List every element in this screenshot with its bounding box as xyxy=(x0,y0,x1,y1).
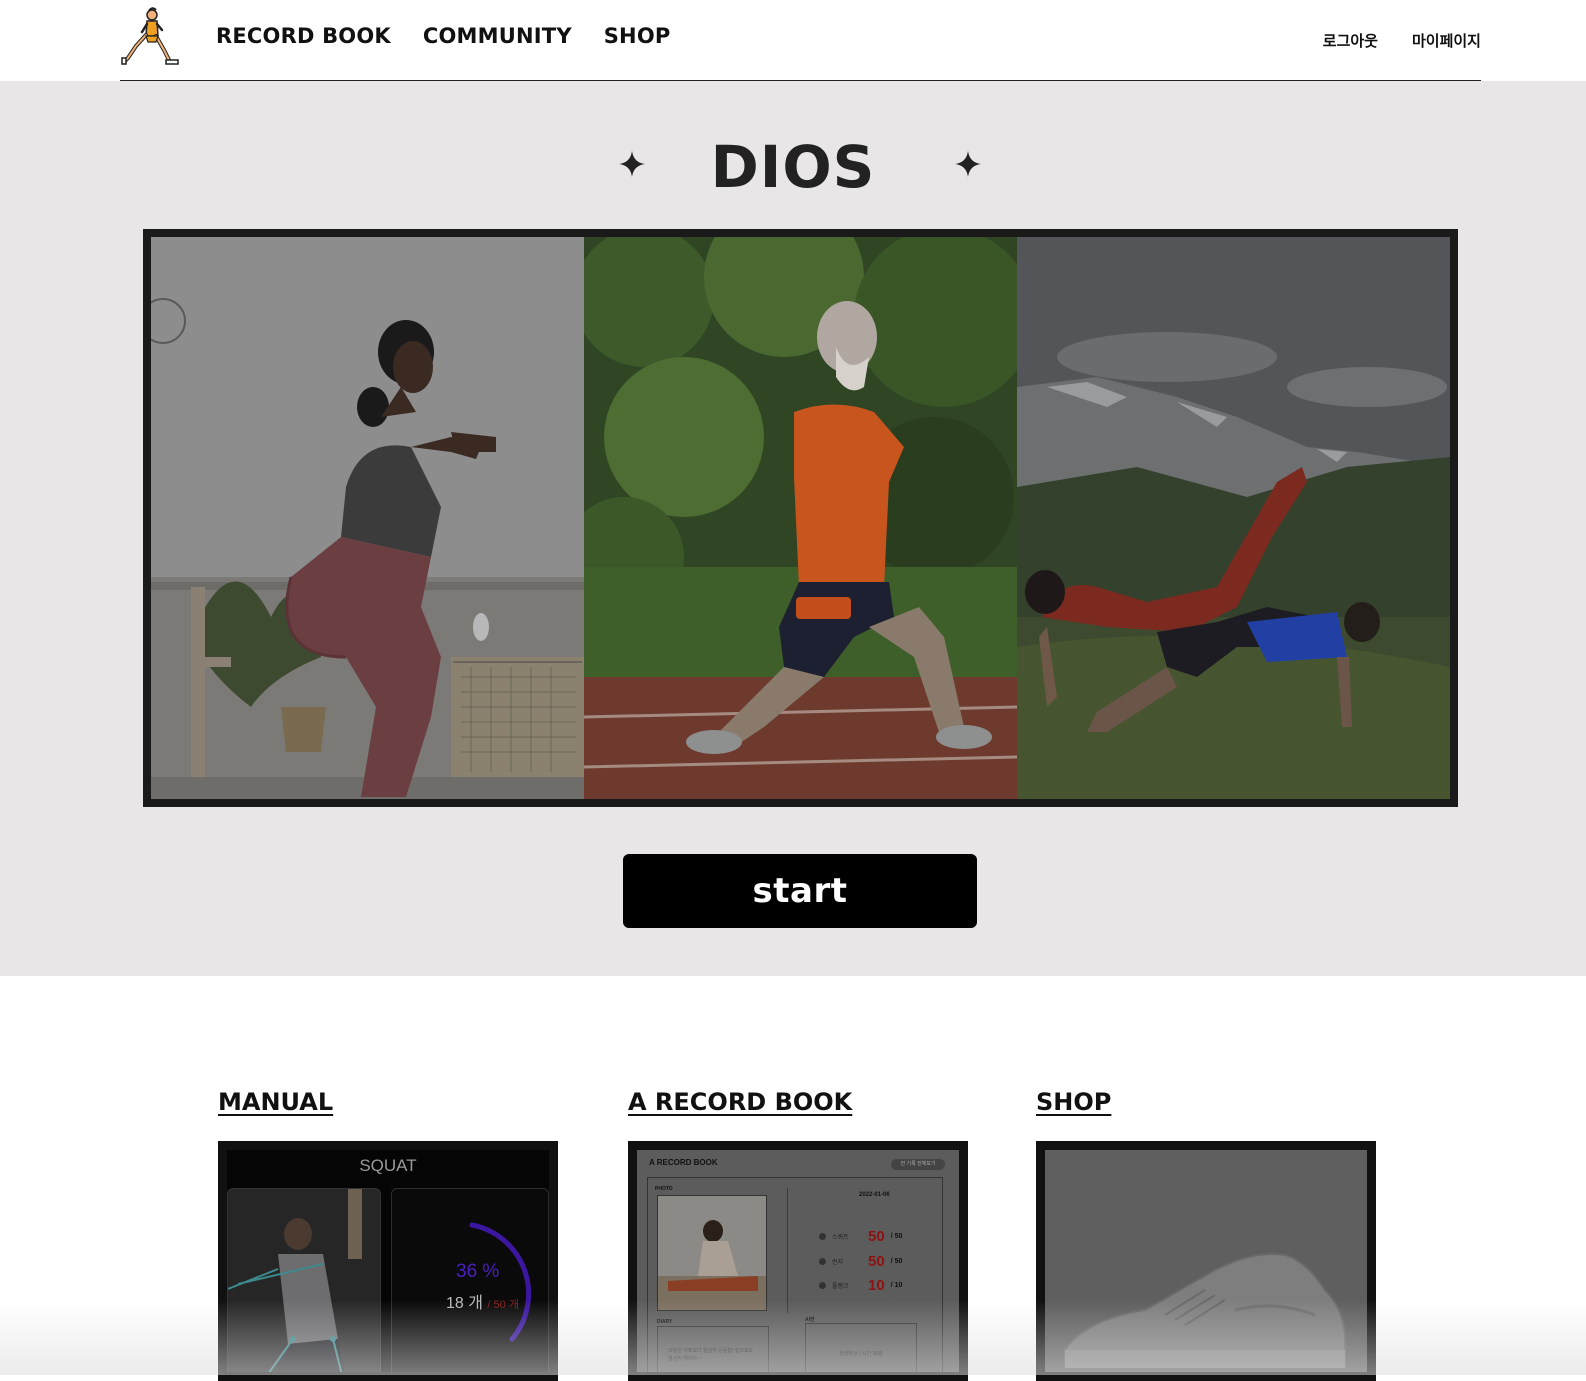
record-book-card[interactable]: A RECORD BOOK 전 기록 전체보기 PHOTO 2022-01-06… xyxy=(628,1141,968,1381)
manual-card[interactable]: SQUAT 36 % 18 개 / 50 개 xyxy=(218,1141,558,1381)
hero-title: DIOS xyxy=(710,133,876,201)
record-stat-total: / 50 xyxy=(890,1233,903,1240)
sneaker-image xyxy=(1045,1150,1367,1372)
photo-lunge-man xyxy=(584,237,1017,799)
record-diary-label: DIARY xyxy=(657,1319,673,1325)
exercise-name: SQUAT xyxy=(359,1156,417,1175)
check-icon xyxy=(819,1233,826,1240)
rep-counter-panel: 36 % 18 개 / 50 개 xyxy=(391,1188,549,1372)
record-book-section: A RECORD BOOK A RECORD BOOK 전 기록 전체보기 PH… xyxy=(628,1088,968,1381)
record-ai-label: AI안 xyxy=(805,1317,815,1323)
progress-percent: 36 % xyxy=(456,1261,500,1282)
record-book-preview: A RECORD BOOK 전 기록 전체보기 PHOTO 2022-01-06… xyxy=(637,1150,959,1372)
record-stat-value: 50 xyxy=(868,1228,885,1245)
nav-bar: RECORD BOOK COMMUNITY SHOP 로그아웃 마이페이지 xyxy=(120,0,1481,81)
photo-outdoor-stretch-pair xyxy=(1017,237,1450,799)
start-button[interactable]: start xyxy=(623,854,977,928)
sparkle-icon xyxy=(955,151,981,177)
shop-section-title[interactable]: SHOP xyxy=(1036,1088,1376,1116)
record-divider xyxy=(787,1188,788,1313)
record-book-section-title[interactable]: A RECORD BOOK xyxy=(628,1088,968,1116)
record-stat-total: / 10 xyxy=(890,1282,903,1289)
record-diary-text: 오늘은 어제보다 열심히 운동함! 앞으로도 열심히 해야지~~ xyxy=(657,1326,769,1372)
record-photo xyxy=(657,1195,767,1311)
top-nav: RECORD BOOK COMMUNITY SHOP 로그아웃 마이페이지 xyxy=(0,0,1586,81)
nav-user-menu: 로그아웃 마이페이지 xyxy=(1323,30,1481,51)
nav-community[interactable]: COMMUNITY xyxy=(423,24,572,48)
shop-section: SHOP xyxy=(1036,1088,1376,1381)
hero-gallery xyxy=(143,229,1458,807)
manual-preview: SQUAT 36 % 18 개 / 50 개 xyxy=(227,1150,549,1372)
record-ai-text: 완성하신 ( 시간 30분 xyxy=(805,1323,917,1372)
pose-camera-view xyxy=(227,1188,381,1372)
rep-count: 18 개 / 50 개 xyxy=(446,1289,519,1313)
shop-card[interactable] xyxy=(1036,1141,1376,1381)
record-stat-value: 50 xyxy=(868,1253,885,1270)
record-stat-label: 런지 xyxy=(832,1260,844,1266)
check-icon xyxy=(819,1258,826,1265)
check-icon xyxy=(819,1282,826,1289)
record-stat-row: 플랭크 10 / 10 xyxy=(819,1277,939,1294)
record-date: 2022-01-06 xyxy=(859,1192,890,1198)
record-view-all-tag: 전 기록 전체보기 xyxy=(891,1159,945,1170)
logo-lunge-icon[interactable] xyxy=(120,6,184,66)
nav-links: RECORD BOOK COMMUNITY SHOP xyxy=(216,24,670,48)
record-stat-row: 런지 50 / 50 xyxy=(819,1253,939,1270)
record-stat-value: 10 xyxy=(868,1277,885,1294)
manual-section-title[interactable]: MANUAL xyxy=(218,1088,558,1116)
nav-shop[interactable]: SHOP xyxy=(604,24,671,48)
shop-preview xyxy=(1045,1150,1367,1372)
record-preview-title: A RECORD BOOK xyxy=(649,1158,718,1167)
hero-section: DIOS start xyxy=(0,81,1586,976)
logout-link[interactable]: 로그아웃 xyxy=(1323,30,1378,51)
rep-goal: / 50 개 xyxy=(487,1299,519,1311)
record-stat-row: 스쿼트 50 / 50 xyxy=(819,1228,939,1245)
manual-section: MANUAL SQUAT 36 % 18 개 / 50 개 xyxy=(218,1088,558,1381)
record-stat-label: 플랭크 xyxy=(832,1284,849,1290)
record-photo-label: PHOTO xyxy=(655,1186,673,1192)
rep-count-value: 18 개 xyxy=(446,1295,483,1312)
record-stat-total: / 50 xyxy=(890,1258,903,1265)
mypage-link[interactable]: 마이페이지 xyxy=(1412,30,1481,51)
record-stat-label: 스쿼트 xyxy=(832,1235,849,1241)
photo-squat-woman xyxy=(151,237,584,799)
nav-record-book[interactable]: RECORD BOOK xyxy=(216,24,391,48)
hero-title-row: DIOS xyxy=(0,133,1586,213)
